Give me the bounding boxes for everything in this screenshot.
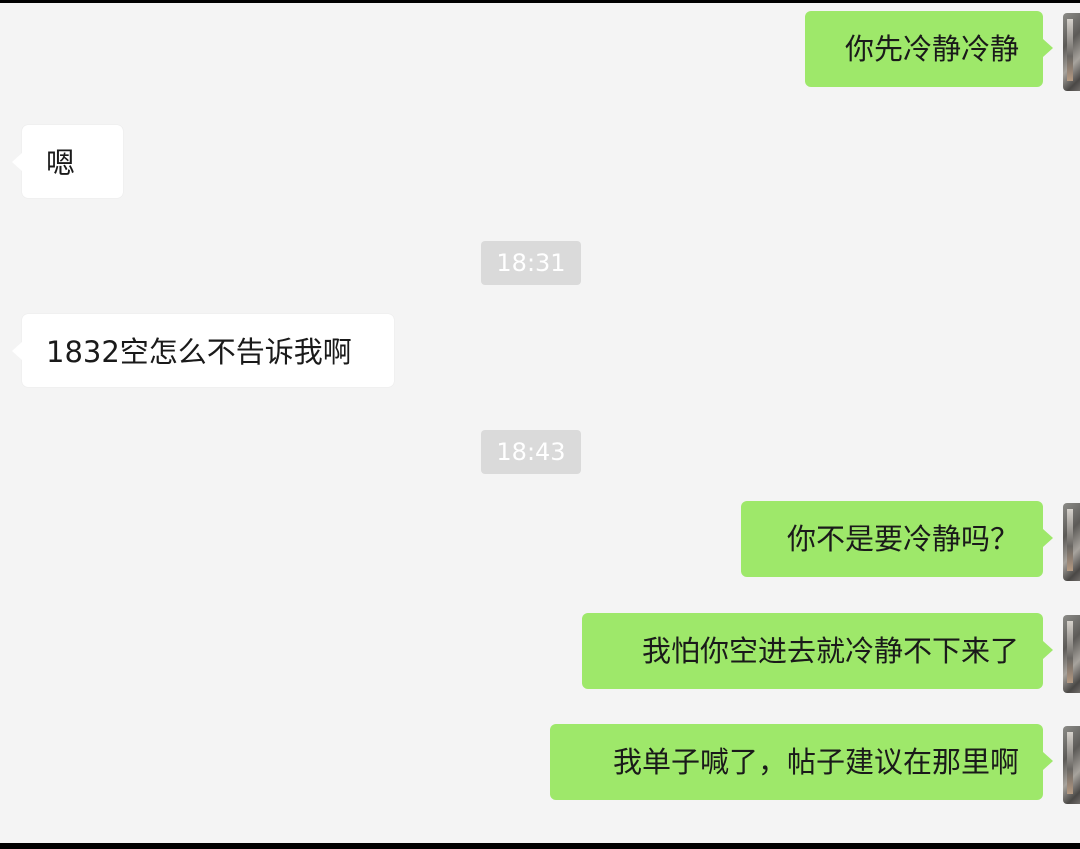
bubble-tail	[1043, 752, 1053, 770]
avatar[interactable]	[1063, 503, 1080, 581]
message-bubble-incoming[interactable]: 1832空怎么不告诉我啊	[12, 314, 394, 387]
bubble-tail	[12, 153, 22, 171]
message-text: 你不是要冷静吗？	[786, 522, 1019, 556]
bubble-tail	[1043, 641, 1053, 659]
message-bubble-incoming[interactable]: 嗯	[12, 125, 123, 198]
message-text: 1832空怎么不告诉我啊	[46, 335, 352, 369]
message-text: 我单子喊了，帖子建议在那里啊	[612, 745, 1019, 779]
message-bubble-outgoing[interactable]: 你先冷静冷静	[805, 11, 1053, 87]
avatar[interactable]	[1063, 726, 1080, 804]
timestamp: 18:43	[481, 430, 581, 474]
avatar[interactable]	[1063, 615, 1080, 693]
message-bubble-outgoing[interactable]: 你不是要冷静吗？	[741, 501, 1053, 577]
bubble-tail	[1043, 529, 1053, 547]
message-bubble-outgoing[interactable]: 我单子喊了，帖子建议在那里啊	[550, 724, 1053, 800]
message-text: 你先冷静冷静	[844, 32, 1019, 66]
bubble-tail	[1043, 39, 1053, 57]
timestamp: 18:31	[481, 241, 581, 285]
avatar[interactable]	[1063, 13, 1080, 91]
message-text: 我怕你空进去就冷静不下来了	[641, 634, 1019, 668]
chat-area[interactable]: 你先冷静冷静 嗯 18:31 1832空怎么不告诉我啊 18:43 你不是要冷静…	[0, 3, 1080, 843]
bubble-tail	[12, 342, 22, 360]
message-bubble-outgoing[interactable]: 我怕你空进去就冷静不下来了	[582, 613, 1053, 689]
message-text: 嗯	[46, 146, 76, 180]
